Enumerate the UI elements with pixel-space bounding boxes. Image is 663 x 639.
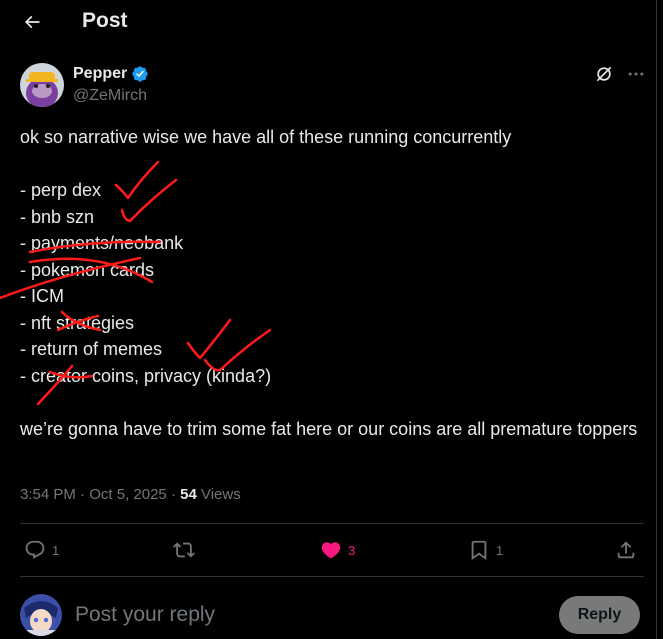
page-header: Post <box>0 0 663 44</box>
author-handle[interactable]: @ZeMirch <box>73 86 147 106</box>
tweet-outro: we’re gonna have to trim some fat here o… <box>20 418 638 439</box>
reply-count: 1 <box>52 542 60 558</box>
list-item: - ICM <box>20 286 64 306</box>
like-count: 3 <box>348 542 356 558</box>
list-item: - return of memes <box>20 339 163 359</box>
post-header-actions <box>594 64 646 84</box>
list-item: - nft strategies <box>20 312 135 333</box>
page-title: Post <box>82 9 128 32</box>
bookmark-button[interactable]: 1 <box>468 532 503 568</box>
repost-icon <box>173 542 195 558</box>
views-count: 54 <box>180 486 197 503</box>
grok-icon[interactable] <box>594 64 614 84</box>
author-avatar[interactable] <box>20 63 64 107</box>
tweet-intro: ok so narrative wise we have all of thes… <box>20 127 512 147</box>
views-label: Views <box>200 486 241 503</box>
post-date[interactable]: Oct 5, 2025 <box>89 486 167 503</box>
post-time[interactable]: 3:54 PM <box>20 486 76 503</box>
share-icon <box>617 541 635 559</box>
column-divider <box>656 0 657 639</box>
back-arrow-icon <box>24 15 40 29</box>
verified-badge-icon <box>132 66 148 82</box>
author-name[interactable]: Pepper <box>73 64 149 84</box>
bookmark-icon <box>471 540 487 561</box>
tweet-text: ok so narrative wise we have all of thes… <box>20 124 640 442</box>
reply-submit-button[interactable]: Reply <box>559 596 640 634</box>
repost-button[interactable] <box>173 532 201 568</box>
bookmark-count: 1 <box>496 542 504 558</box>
reply-button[interactable]: 1 <box>24 532 59 568</box>
post-actions: 1 3 1 <box>20 532 644 568</box>
list-item: - creator coins, privacy (kinda?) <box>20 365 272 386</box>
more-options-icon[interactable] <box>626 64 646 84</box>
reply-icon <box>25 540 45 559</box>
heart-filled-icon <box>321 542 341 559</box>
list-item: - perp dex <box>20 180 102 200</box>
share-button[interactable] <box>615 532 637 568</box>
divider <box>20 523 644 524</box>
meta-separator: · <box>170 486 176 503</box>
list-item: - pokemon cards <box>20 259 155 280</box>
list-item: - bnb szn <box>20 206 95 227</box>
reply-input[interactable]: Post your reply <box>75 602 215 628</box>
meta-separator: · <box>80 486 86 503</box>
user-avatar[interactable] <box>20 594 62 636</box>
list-item: - payments/neobank <box>20 233 184 253</box>
like-button[interactable]: 3 <box>320 532 355 568</box>
divider <box>20 576 644 577</box>
post-metadata: 3:54 PM · Oct 5, 2025 · 54 Views <box>20 485 241 505</box>
reply-composer: Post your reply Reply <box>20 594 644 636</box>
back-button[interactable] <box>18 8 46 36</box>
